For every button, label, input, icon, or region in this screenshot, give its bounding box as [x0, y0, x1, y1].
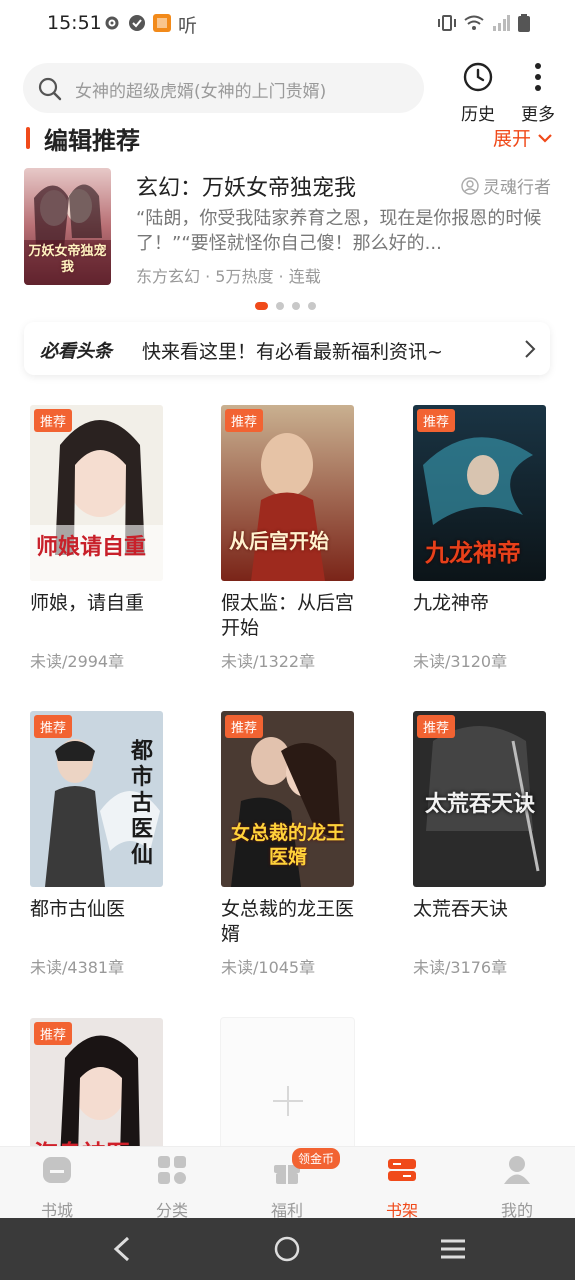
bookshelf-icon: [388, 1159, 416, 1181]
news-logo: 必看头条: [40, 341, 112, 362]
vibrate-icon: [438, 15, 456, 31]
book-cover[interactable]: 推荐 女总裁的龙王医婿: [221, 711, 354, 887]
chevron-right-icon: [525, 340, 536, 358]
listen-status-label: 听: [178, 15, 198, 37]
featured-cover-text: 万妖女帝独宠我: [28, 244, 107, 275]
recommend-badge: 推荐: [225, 409, 264, 432]
book-cover[interactable]: 推荐 九龙神帝: [413, 405, 546, 581]
signal-icon: [493, 15, 510, 31]
search-bar[interactable]: 女神的超级虎婿(女神的上门贵婿): [23, 63, 424, 113]
tab-category[interactable]: 分类: [132, 1155, 212, 1221]
cover-title-text: 太荒吞天诀: [424, 792, 535, 817]
system-navigation-bar: [0, 1218, 575, 1280]
recommend-badge: 推荐: [34, 409, 73, 432]
shelf-book[interactable]: 推荐 从后宫开始 假太监：从后宫开始 未读/1322章: [221, 405, 356, 672]
featured-book-cover[interactable]: 万妖女帝独宠我: [24, 168, 111, 285]
status-time: 15:51: [47, 12, 102, 34]
book-cover[interactable]: 推荐 太荒吞天诀: [413, 711, 546, 887]
book-cover[interactable]: 推荐 从后宫开始: [221, 405, 354, 581]
search-input[interactable]: 女神的超级虎婿(女神的上门贵婿): [75, 77, 326, 102]
book-progress: 未读/1322章: [221, 652, 316, 671]
more-button[interactable]: 更多: [513, 62, 563, 125]
settings-status-icon: [105, 16, 119, 30]
recommend-badge: 推荐: [225, 715, 264, 738]
book-cover[interactable]: 推荐 都市古医仙: [30, 711, 163, 887]
tab-bookshelf[interactable]: 书架: [362, 1155, 442, 1221]
featured-book-meta: 东方玄幻 · 5万热度 · 连载: [136, 267, 321, 286]
expand-label: 展开: [492, 128, 531, 150]
shelf-book[interactable]: 推荐 九龙神帝 九龙神帝 未读/3120章: [413, 405, 548, 672]
book-progress: 未读/1045章: [221, 958, 316, 977]
profile-icon: [504, 1156, 530, 1184]
app-status-icon: [153, 14, 171, 32]
featured-book-author: 灵魂行者: [461, 173, 551, 198]
recommend-badge: 推荐: [34, 715, 73, 738]
book-cover[interactable]: 推荐 师娘请自重: [30, 405, 163, 581]
more-label: 更多: [521, 105, 555, 125]
book-title: 女总裁的龙王医婿: [221, 898, 355, 945]
book-title: 九龙神帝: [413, 592, 490, 614]
search-icon: [38, 77, 62, 101]
coin-badge[interactable]: 领金币: [292, 1148, 341, 1169]
book-progress: 未读/2994章: [30, 652, 125, 671]
battery-icon: [518, 14, 530, 32]
news-message: 快来看这里！有必看最新福利资讯~: [142, 341, 443, 363]
history-label: 历史: [461, 105, 495, 125]
shelf-book[interactable]: 推荐 太荒吞天诀 太荒吞天诀 未读/3176章: [413, 711, 548, 978]
bookstore-icon: [43, 1157, 71, 1183]
more-vertical-icon: [535, 63, 541, 91]
tab-bookstore[interactable]: 书城: [17, 1155, 97, 1221]
carousel-dot[interactable]: [308, 302, 316, 310]
carousel-indicator: [255, 302, 316, 310]
book-title: 师娘，请自重: [30, 592, 145, 614]
wifi-icon: [464, 15, 484, 30]
home-icon[interactable]: [274, 1236, 300, 1262]
bottom-navigation: 书城 分类 福利 书架 我的: [0, 1146, 575, 1221]
cover-title-text: 都市古医仙: [131, 739, 154, 868]
history-button[interactable]: 历史: [453, 62, 503, 125]
book-title: 假太监：从后宫开始: [221, 592, 355, 639]
verified-status-icon: [129, 15, 145, 31]
author-name: 灵魂行者: [483, 178, 551, 198]
shelf-book[interactable]: 推荐 都市古医仙 都市古仙医 未读/4381章: [30, 711, 165, 978]
category-icon: [158, 1156, 186, 1184]
recommend-badge: 推荐: [417, 409, 456, 432]
book-progress: 未读/3176章: [413, 958, 508, 977]
tab-profile[interactable]: 我的: [477, 1155, 557, 1221]
carousel-dot[interactable]: [255, 302, 268, 310]
section-title-text: 编辑推荐: [44, 126, 140, 155]
recommend-badge: 推荐: [417, 715, 456, 738]
status-bar: 15:51 听: [0, 0, 575, 48]
cover-title-text: 九龙神帝: [425, 539, 521, 567]
carousel-dot[interactable]: [276, 302, 284, 310]
cover-title-text: 从后宫开始: [229, 529, 329, 553]
book-progress: 未读/4381章: [30, 958, 125, 977]
clock-icon: [463, 62, 493, 92]
recents-menu-icon[interactable]: [440, 1236, 466, 1262]
book-title: 太荒吞天诀: [413, 898, 509, 920]
status-right-icons: [438, 14, 530, 32]
plus-icon: [273, 1086, 303, 1116]
carousel-dot[interactable]: [292, 302, 300, 310]
chevron-down-icon: [538, 133, 552, 143]
cover-title-text: 女总裁的龙王医婿: [230, 822, 345, 868]
featured-book-description: “陆朗，你受我陆家养育之恩，现在是你报恩的时候了！”“要怪就怪你自己傻！那么好的…: [136, 208, 542, 254]
user-icon: [461, 176, 479, 195]
shelf-book[interactable]: 推荐 女总裁的龙王医婿 女总裁的龙王医婿 未读/1045章: [221, 711, 356, 978]
back-icon[interactable]: [112, 1236, 132, 1262]
book-progress: 未读/3120章: [413, 652, 508, 671]
book-title: 都市古仙医: [30, 898, 126, 920]
featured-book-title[interactable]: 玄幻：万妖女帝独宠我: [136, 170, 356, 202]
cover-title-text: 师娘请自重: [36, 535, 147, 560]
section-title: 编辑推荐: [26, 121, 140, 155]
recommend-badge: 推荐: [34, 1022, 73, 1045]
news-banner[interactable]: 必看头条 快来看这里！有必看最新福利资讯~: [24, 322, 550, 375]
section-accent-bar: [26, 127, 30, 149]
shelf-book[interactable]: 推荐 师娘请自重 师娘，请自重 未读/2994章: [30, 405, 165, 672]
expand-button[interactable]: 展开: [493, 124, 553, 151]
